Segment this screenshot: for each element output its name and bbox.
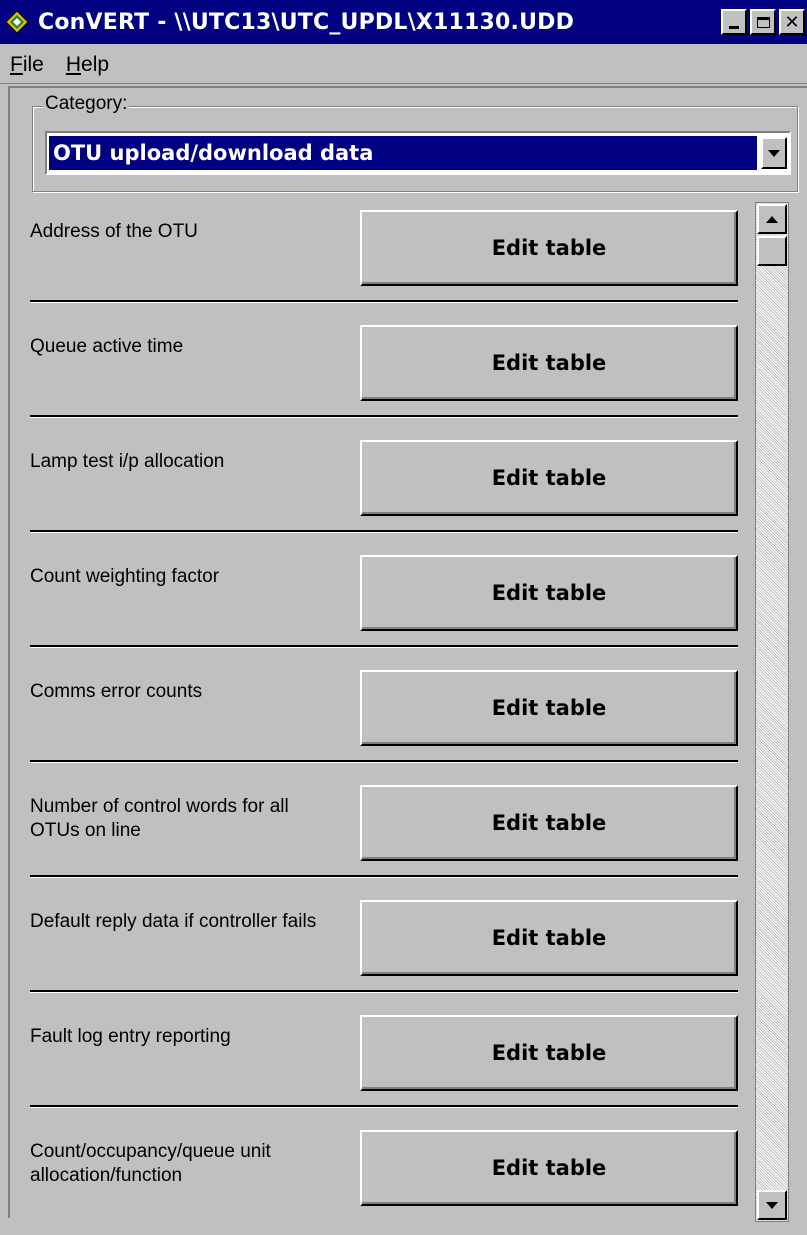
row-label: Address of the OTU <box>30 221 198 242</box>
title-bar[interactable]: ConVERT - \\UTC13\UTC_UPDL\X11130.UDD ✕ <box>0 0 807 44</box>
list-item: Queue active time Edit table <box>10 315 745 430</box>
vertical-scrollbar[interactable] <box>755 202 789 1222</box>
client-area: Category: OTU upload/download data Addre… <box>8 86 807 1222</box>
row-divider <box>30 300 738 303</box>
menu-help[interactable]: Help <box>56 53 121 77</box>
row-divider <box>30 875 738 878</box>
menu-file[interactable]: File <box>0 53 56 77</box>
edit-table-button[interactable]: Edit table <box>360 440 738 516</box>
row-label: Fault log entry reporting <box>30 1026 231 1047</box>
arrow-up-icon <box>766 215 778 223</box>
row-divider <box>30 530 738 533</box>
menu-help-label: elp <box>81 52 110 76</box>
category-groupbox: Category: OTU upload/download data <box>32 93 798 192</box>
list-item: Fault log entry reporting Edit table <box>10 1005 745 1120</box>
settings-list: Address of the OTU Edit table Queue acti… <box>10 200 745 1235</box>
close-icon: ✕ <box>784 12 800 32</box>
window-title: ConVERT - \\UTC13\UTC_UPDL\X11130.UDD <box>38 9 575 35</box>
edit-table-button[interactable]: Edit table <box>360 785 738 861</box>
row-divider <box>30 415 738 418</box>
edit-table-button[interactable]: Edit table <box>360 900 738 976</box>
edit-table-button[interactable]: Edit table <box>360 555 738 631</box>
category-dropdown-button[interactable] <box>761 137 787 169</box>
category-dropdown[interactable]: OTU upload/download data <box>45 131 791 175</box>
edit-table-button[interactable]: Edit table <box>360 1130 738 1206</box>
arrow-down-icon <box>766 1201 778 1209</box>
row-divider <box>30 760 738 763</box>
list-item: Comms error counts Edit table <box>10 660 745 775</box>
list-item: Number of control words for all OTUs on … <box>10 775 745 890</box>
category-label: Category: <box>43 93 130 115</box>
maximize-icon <box>756 16 770 28</box>
row-label: Count/occupancy/queue unit allocation/fu… <box>30 1141 271 1186</box>
category-selected-value[interactable]: OTU upload/download data <box>49 136 757 170</box>
row-divider <box>30 1105 738 1108</box>
scroll-up-button[interactable] <box>757 204 787 234</box>
edit-table-button[interactable]: Edit table <box>360 210 738 286</box>
menu-file-mnemonic: F <box>10 52 23 76</box>
row-label: Default reply data if controller fails <box>30 911 317 932</box>
list-item: Default reply data if controller fails E… <box>10 890 745 1005</box>
chevron-down-icon <box>768 149 780 157</box>
minimize-button[interactable] <box>721 9 747 35</box>
row-label: Count weighting factor <box>30 566 220 587</box>
minimize-icon <box>729 25 739 29</box>
menu-file-label: ile <box>22 52 44 76</box>
maximize-button[interactable] <box>750 9 776 35</box>
edit-table-button[interactable]: Edit table <box>360 1015 738 1091</box>
edit-table-button[interactable]: Edit table <box>360 325 738 401</box>
row-label: Comms error counts <box>30 681 203 702</box>
scrollbar-thumb[interactable] <box>757 236 787 266</box>
list-item: Lamp test i/p allocation Edit table <box>10 430 745 545</box>
row-divider <box>30 990 738 993</box>
row-divider <box>30 645 738 648</box>
menu-help-mnemonic: H <box>65 52 82 76</box>
row-label: Number of control words for all OTUs on … <box>30 796 289 841</box>
scroll-down-button[interactable] <box>757 1190 787 1220</box>
row-label: Queue active time <box>30 336 184 357</box>
list-item: Count weighting factor Edit table <box>10 545 745 660</box>
menu-bar: File Help <box>0 46 807 84</box>
row-label: Lamp test i/p allocation <box>30 451 225 472</box>
app-icon[interactable] <box>4 9 30 35</box>
close-button[interactable]: ✕ <box>779 9 805 35</box>
list-item: Address of the OTU Edit table <box>10 200 745 315</box>
edit-table-button[interactable]: Edit table <box>360 670 738 746</box>
